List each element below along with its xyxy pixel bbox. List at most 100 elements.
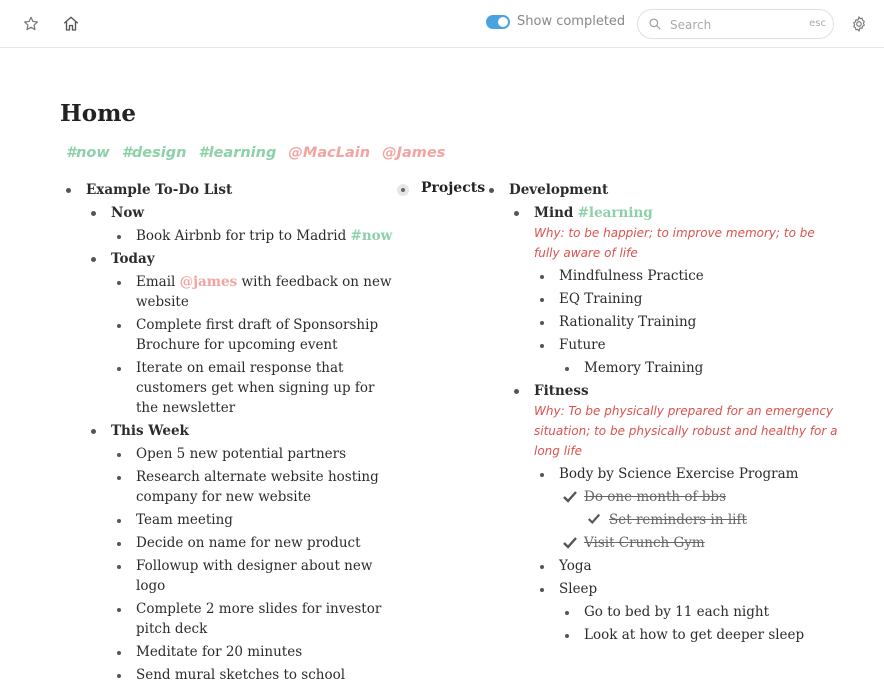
task-text: Research alternate website hosting compa… (136, 469, 379, 505)
bullet[interactable] (117, 367, 121, 371)
bullet[interactable] (540, 344, 544, 348)
todo-list-heading: Example To-Do List (86, 182, 233, 198)
list-item[interactable]: Yoga (540, 556, 839, 576)
list-item[interactable]: Rationality Training (540, 312, 839, 332)
list-item[interactable]: Mind #learning Why: to be happier; to im… (514, 203, 839, 378)
list-item[interactable]: Meditate for 20 minutes (117, 642, 396, 662)
list-item[interactable]: Mindfulness Practice (540, 266, 839, 286)
list-item[interactable]: Fitness Why: To be physically prepared f… (514, 381, 839, 645)
page-title: Home (60, 100, 137, 127)
bullet[interactable] (91, 211, 96, 216)
list-item[interactable]: Research alternate website hosting compa… (117, 467, 396, 507)
search-box[interactable]: esc (637, 9, 834, 39)
bullet[interactable] (66, 188, 71, 193)
fitness-heading: Fitness (534, 383, 589, 399)
bullet[interactable] (565, 367, 569, 371)
list-item[interactable]: This Week Open 5 new potential partners … (91, 421, 396, 685)
task-text: Followup with designer about new logo (136, 558, 373, 594)
projects-column: Development Mind #learning Why: to be ha… (489, 180, 839, 648)
list-item[interactable]: Open 5 new potential partners (117, 444, 396, 464)
list-item[interactable]: EQ Training (540, 289, 839, 309)
list-item[interactable]: Now Book Airbnb for trip to Madrid #now (91, 203, 396, 246)
list-item[interactable]: Decide on name for new product (117, 533, 396, 553)
bullet[interactable] (565, 611, 569, 615)
checkmark-icon[interactable] (562, 535, 578, 551)
task-text: Set reminders in lift (609, 512, 747, 528)
list-item[interactable]: Team meeting (117, 510, 396, 530)
tag-now[interactable]: #now (66, 145, 110, 161)
toggle-switch[interactable] (486, 14, 510, 29)
top-bar: Show completed esc (0, 0, 884, 48)
projects-heading[interactable]: Projects (421, 180, 485, 196)
bullet[interactable] (91, 429, 96, 434)
bullet[interactable] (117, 281, 121, 285)
bullet[interactable] (514, 389, 519, 394)
bullet[interactable] (117, 674, 121, 678)
bullet[interactable] (117, 453, 121, 457)
task-text: Look at how to get deeper sleep (584, 627, 805, 643)
bullet[interactable] (540, 321, 544, 325)
projects-bullet[interactable] (397, 184, 409, 196)
checkmark-icon[interactable] (587, 512, 601, 526)
list-item[interactable]: Send mural sketches to school (117, 665, 396, 685)
bullet[interactable] (489, 188, 494, 193)
show-completed-toggle[interactable]: Show completed (486, 14, 625, 29)
bullet[interactable] (117, 519, 121, 523)
task-text: Decide on name for new product (136, 535, 361, 551)
bullet[interactable] (117, 565, 121, 569)
list-item[interactable]: Body by Science Exercise Program Do one … (540, 464, 839, 553)
list-item[interactable]: Go to bed by 11 each night (565, 602, 839, 622)
mind-why-note[interactable]: Why: to be happier; to improve memory; t… (534, 223, 839, 263)
bullet[interactable] (540, 275, 544, 279)
tag-bar: #now #design #learning @MacLain @James (66, 145, 452, 161)
tag-james[interactable]: @James (382, 145, 445, 161)
list-item[interactable]: Iterate on email response that customers… (117, 358, 396, 418)
bullet[interactable] (540, 473, 544, 477)
list-item[interactable]: Future Memory Training (540, 335, 839, 378)
star-icon[interactable] (20, 13, 42, 35)
list-item[interactable]: Development Mind #learning Why: to be ha… (489, 180, 839, 645)
inline-tag[interactable]: #now (351, 228, 393, 244)
inline-tag[interactable]: #learning (578, 205, 653, 221)
list-item[interactable]: Memory Training (565, 358, 839, 378)
task-text: Future (559, 337, 606, 353)
bullet[interactable] (117, 651, 121, 655)
list-item[interactable]: Book Airbnb for trip to Madrid #now (117, 226, 396, 246)
bullet[interactable] (91, 257, 96, 262)
mind-heading: Mind (534, 205, 574, 221)
tag-maclain[interactable]: @MacLain (288, 145, 370, 161)
bullet[interactable] (540, 588, 544, 592)
inline-mention[interactable]: @james (180, 274, 238, 290)
bullet[interactable] (565, 634, 569, 638)
task-text: Complete first draft of Sponsorship Broc… (136, 317, 379, 353)
list-item[interactable]: Sleep Go to bed by 11 each night Look at… (540, 579, 839, 645)
list-item[interactable]: Email @james with feedback on new websit… (117, 272, 396, 312)
list-item[interactable]: Complete 2 more slides for investor pitc… (117, 599, 396, 639)
home-icon[interactable] (60, 13, 82, 35)
bullet[interactable] (514, 211, 519, 216)
checkmark-icon[interactable] (562, 489, 578, 505)
list-item[interactable]: Followup with designer about new logo (117, 556, 396, 596)
bullet[interactable] (540, 565, 544, 569)
task-text: EQ Training (559, 291, 643, 307)
list-item[interactable]: Look at how to get deeper sleep (565, 625, 839, 645)
completed-item[interactable]: Set reminders in lift (588, 510, 839, 530)
list-item[interactable]: Example To-Do List Now Book Airbnb for t… (66, 180, 396, 685)
search-input[interactable] (668, 15, 802, 35)
completed-item[interactable]: Do one month of bbs Set reminders in lif… (563, 487, 839, 530)
bullet[interactable] (117, 542, 121, 546)
fitness-why-note[interactable]: Why: To be physically prepared for an em… (534, 401, 839, 461)
bullet[interactable] (117, 324, 121, 328)
list-item[interactable]: Today Email @james with feedback on new … (91, 249, 396, 418)
settings-icon[interactable] (848, 13, 870, 35)
bullet[interactable] (540, 298, 544, 302)
today-heading: Today (111, 251, 155, 267)
bullet[interactable] (117, 476, 121, 480)
list-item[interactable]: Complete first draft of Sponsorship Broc… (117, 315, 396, 355)
tag-design[interactable]: #design (122, 145, 187, 161)
todo-column: Example To-Do List Now Book Airbnb for t… (66, 180, 396, 688)
completed-item[interactable]: Visit Crunch Gym (563, 533, 839, 553)
tag-learning[interactable]: #learning (199, 145, 277, 161)
bullet[interactable] (117, 608, 121, 612)
bullet[interactable] (117, 235, 121, 239)
